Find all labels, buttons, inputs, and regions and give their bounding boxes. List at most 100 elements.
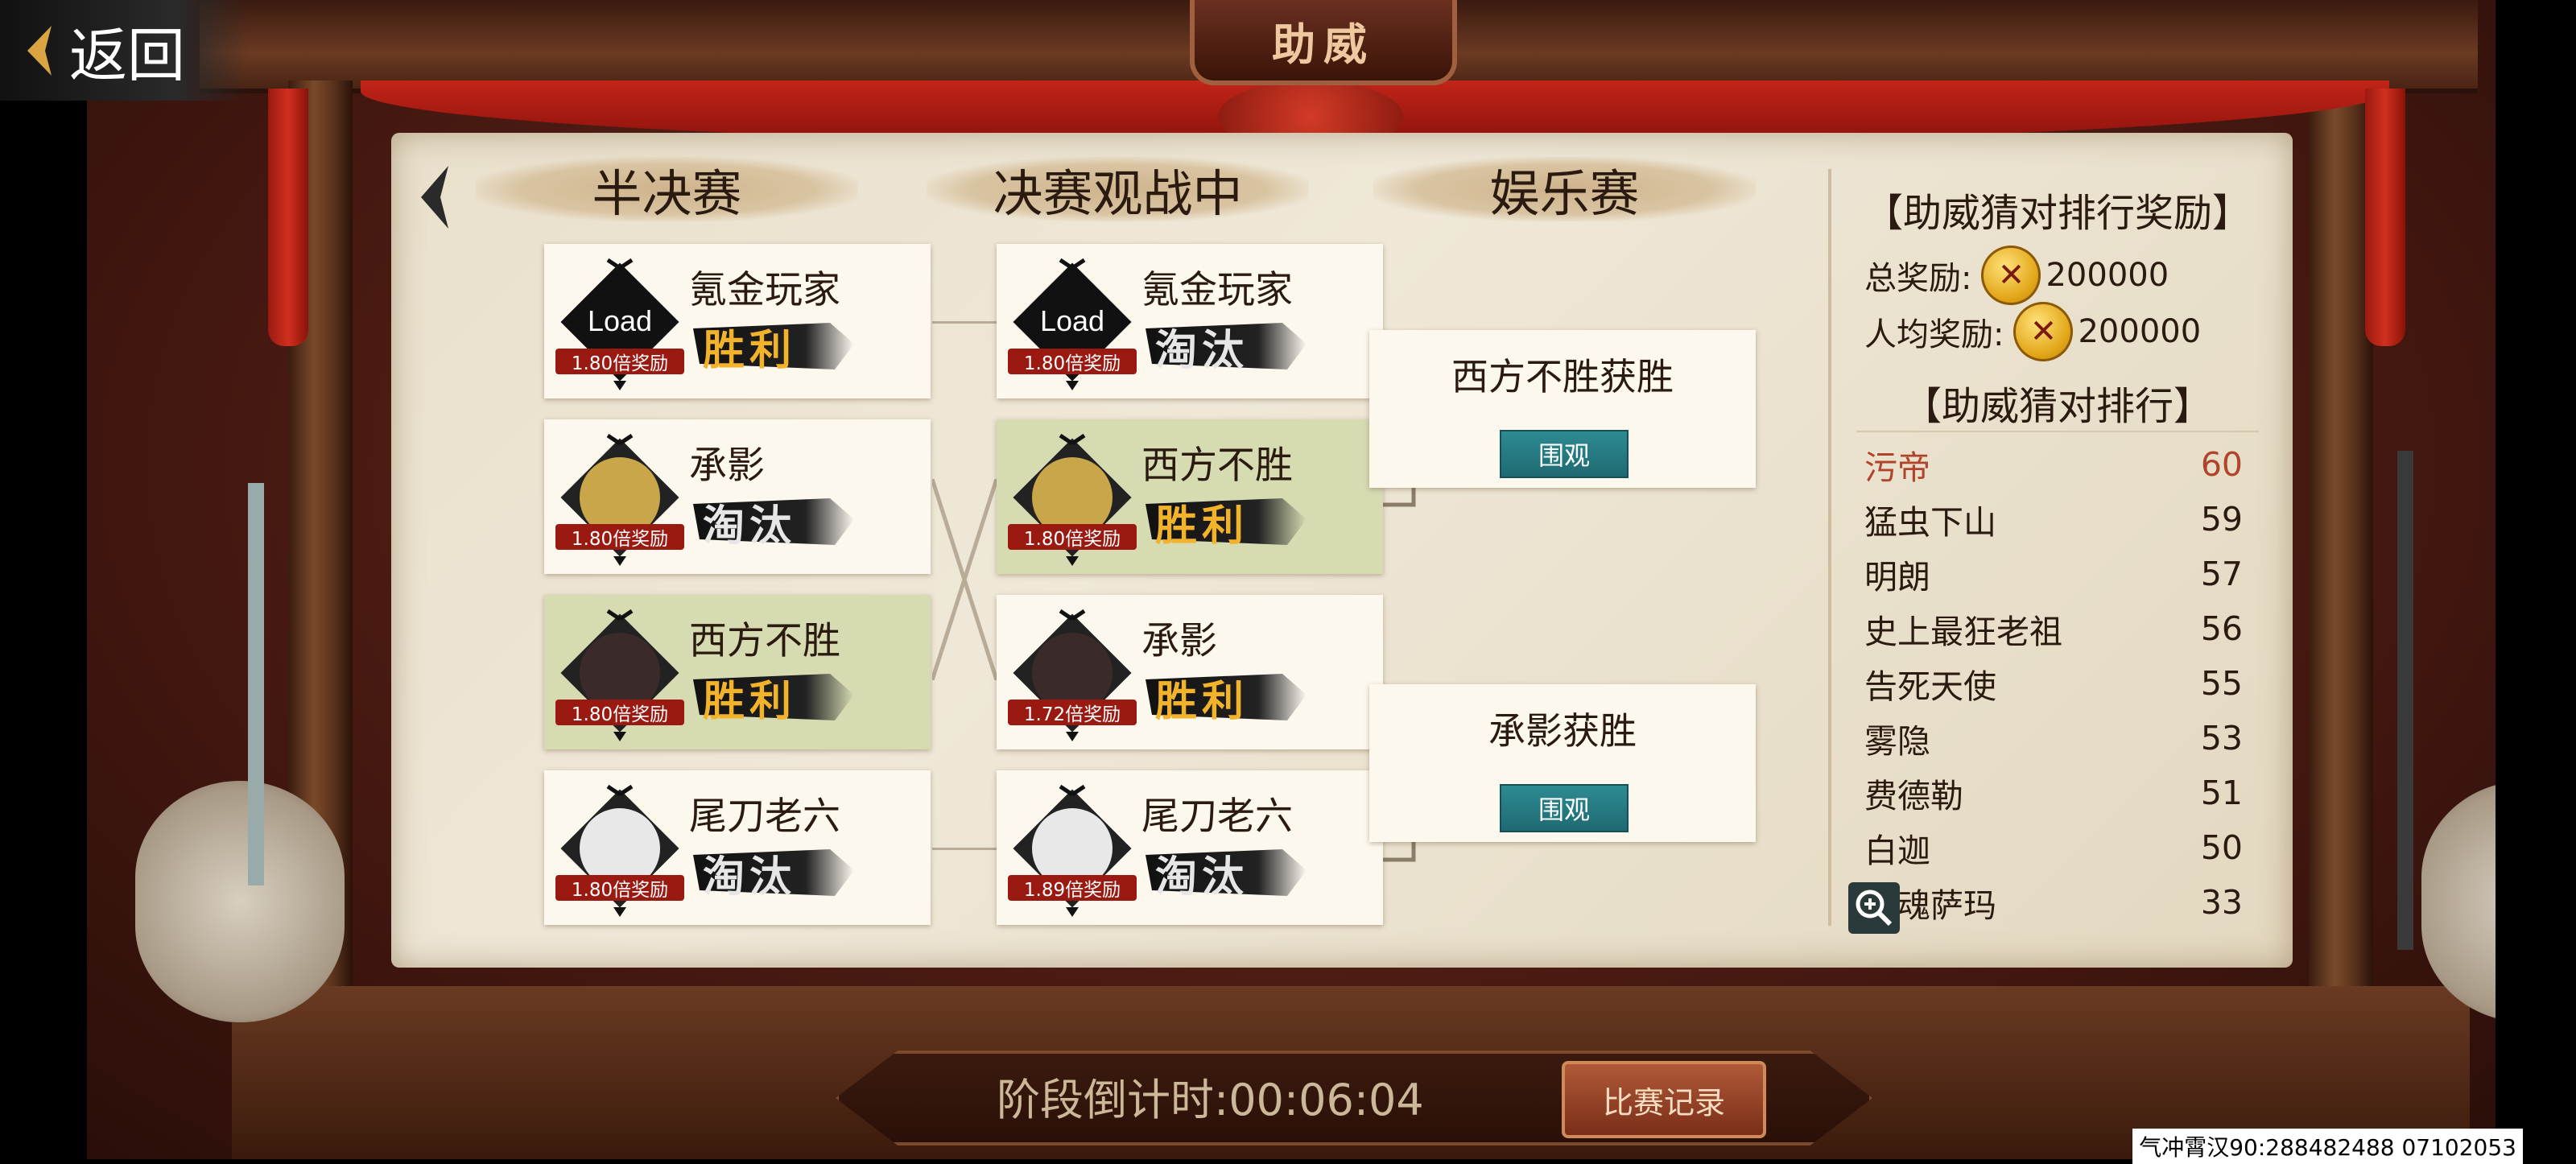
player-name: 氪金玩家 bbox=[1141, 268, 1293, 312]
result-text: 淘汰 bbox=[703, 502, 797, 551]
connector-line bbox=[932, 848, 997, 850]
chevron-left-icon bbox=[27, 25, 52, 76]
result-stamp: 淘汰 bbox=[1146, 843, 1307, 902]
column-fun: 娱乐赛 bbox=[1373, 157, 1756, 223]
ranking-score: 55 bbox=[2200, 664, 2243, 703]
player-card[interactable]: 1.80倍奖励 西方不胜 胜利 bbox=[544, 595, 931, 749]
drum-left bbox=[135, 781, 345, 1022]
countdown-time: 00:06:04 bbox=[1228, 1075, 1424, 1125]
back-button[interactable]: 返回 bbox=[0, 0, 250, 101]
result-text: 胜利 bbox=[1155, 677, 1249, 726]
bracket-board: 半决赛 决赛观战中 娱乐赛 Load 1.80倍奖励 氪金玩家 胜利 1.80倍… bbox=[391, 133, 2293, 968]
ranking-name: 费德勒 bbox=[1864, 777, 1963, 815]
avg-reward-value: 200000 bbox=[2078, 313, 2202, 350]
right-pillar bbox=[2309, 80, 2373, 990]
ranking-name: 白迦 bbox=[1864, 832, 1930, 870]
column-semifinal: 半决赛 bbox=[476, 157, 858, 223]
result-stamp: 淘汰 bbox=[693, 492, 854, 551]
ranking-name: 明朗 bbox=[1864, 558, 1930, 596]
total-reward: 总奖励: ✕ 200000 bbox=[1864, 246, 2169, 305]
player-name: 尾刀老六 bbox=[689, 795, 840, 839]
ranking-score: 51 bbox=[2200, 774, 2243, 812]
ranking-row: 费德勒 51 bbox=[1864, 767, 2243, 819]
zoom-in-icon[interactable] bbox=[1848, 882, 1900, 934]
plaque-title: 助威 bbox=[1272, 18, 1375, 70]
ranking-score: 50 bbox=[2200, 828, 2243, 867]
watch-button[interactable]: 围观 bbox=[1500, 784, 1629, 832]
bonus-badge: 1.89倍奖励 bbox=[1008, 875, 1137, 901]
ranking-row: 雾隐 53 bbox=[1864, 712, 2243, 764]
player-card[interactable]: 1.72倍奖励 承影 胜利 bbox=[997, 595, 1383, 749]
player-card[interactable]: 1.80倍奖励 承影 淘汰 bbox=[544, 419, 931, 574]
result-text: 胜利 bbox=[1155, 502, 1249, 551]
player-name: 氪金玩家 bbox=[689, 268, 840, 312]
reward-title: 【助威猜对排行奖励】 bbox=[1864, 191, 2251, 236]
player-card[interactable]: 1.80倍奖励 西方不胜 胜利 bbox=[997, 419, 1383, 574]
player-card[interactable]: 1.80倍奖励 尾刀老六 淘汰 bbox=[544, 770, 931, 925]
fun-match-title: 承影获胜 bbox=[1488, 709, 1637, 753]
result-text: 淘汰 bbox=[703, 852, 797, 902]
copper-coin-icon: ✕ bbox=[2013, 302, 2074, 361]
ranking-score: 33 bbox=[2200, 883, 2243, 922]
blade-decoration bbox=[248, 483, 264, 885]
result-stamp: 淘汰 bbox=[693, 843, 854, 902]
bonus-badge: 1.80倍奖励 bbox=[1008, 524, 1137, 550]
fun-match-card: 承影获胜 围观 bbox=[1369, 684, 1756, 842]
ranking-row: 白迦 50 bbox=[1864, 822, 2243, 873]
avg-reward-label: 人均奖励: bbox=[1864, 316, 2004, 353]
ranking-score: 59 bbox=[2200, 500, 2243, 539]
total-reward-label: 总奖励: bbox=[1864, 260, 1972, 297]
ranking-row: 污帝 60 bbox=[1864, 439, 2243, 490]
player-card[interactable]: Load 1.80倍奖励 氪金玩家 淘汰 bbox=[997, 244, 1383, 398]
ranking-title: 【助威猜对排行】 bbox=[1902, 384, 2212, 429]
ranking-row: 星魂萨玛 33 bbox=[1864, 877, 2243, 928]
chevron-left-icon[interactable] bbox=[413, 161, 456, 233]
ranking-separator bbox=[1856, 431, 2259, 432]
ranking-score: 53 bbox=[2200, 719, 2243, 757]
ranking-name: 史上最狂老祖 bbox=[1864, 613, 2062, 651]
result-stamp: 胜利 bbox=[693, 316, 854, 375]
bonus-badge: 1.80倍奖励 bbox=[555, 349, 684, 374]
total-reward-value: 200000 bbox=[2046, 257, 2169, 294]
result-stamp: 胜利 bbox=[1146, 492, 1307, 551]
curtain-right bbox=[2365, 89, 2405, 346]
fun-match-title: 西方不胜获胜 bbox=[1451, 355, 1674, 398]
bonus-badge: 1.80倍奖励 bbox=[1008, 349, 1137, 374]
ranking-row: 猛虫下山 59 bbox=[1864, 493, 2243, 545]
player-card[interactable]: 1.89倍奖励 尾刀老六 淘汰 bbox=[997, 770, 1383, 925]
countdown: 阶段倒计时:00:06:04 bbox=[997, 1064, 1424, 1128]
player-name: 尾刀老六 bbox=[1141, 795, 1293, 839]
result-text: 胜利 bbox=[703, 677, 797, 726]
panel-divider bbox=[1828, 169, 1831, 926]
ranking-row: 明朗 57 bbox=[1864, 548, 2243, 600]
player-card[interactable]: Load 1.80倍奖励 氪金玩家 胜利 bbox=[544, 244, 931, 398]
result-text: 胜利 bbox=[703, 326, 797, 375]
cross-connector bbox=[932, 479, 997, 680]
back-label: 返回 bbox=[69, 22, 186, 89]
column-final: 决赛观战中 bbox=[927, 157, 1309, 223]
result-stamp: 胜利 bbox=[693, 667, 854, 726]
stage-scene: 助威 半决赛 决赛观战中 娱乐赛 Load 1.80倍奖励 氪金玩家 胜利 1.… bbox=[87, 0, 2496, 1159]
player-name: 西方不胜 bbox=[1141, 444, 1293, 488]
bonus-badge: 1.80倍奖励 bbox=[555, 700, 684, 725]
copper-coin-icon: ✕ bbox=[1981, 246, 2041, 305]
match-record-button[interactable]: 比赛记录 bbox=[1562, 1061, 1766, 1138]
bonus-badge: 1.72倍奖励 bbox=[1008, 700, 1137, 725]
player-name: 西方不胜 bbox=[689, 619, 840, 663]
ranking-score: 57 bbox=[2200, 555, 2243, 593]
ranking-name: 污帝 bbox=[1864, 448, 1930, 487]
title-plaque: 助威 bbox=[1190, 0, 1457, 85]
result-stamp: 淘汰 bbox=[1146, 316, 1307, 375]
ranking-name: 猛虫下山 bbox=[1864, 503, 1996, 542]
watch-button[interactable]: 围观 bbox=[1500, 430, 1629, 478]
ranking-score: 56 bbox=[2200, 609, 2243, 648]
curtain-left bbox=[268, 89, 308, 346]
semifinal-label: 半决赛 bbox=[592, 164, 742, 223]
countdown-label: 阶段倒计时: bbox=[997, 1075, 1229, 1125]
result-text: 淘汰 bbox=[1155, 326, 1249, 375]
player-name: 承影 bbox=[1141, 619, 1217, 663]
bonus-badge: 1.80倍奖励 bbox=[555, 875, 684, 901]
svg-text:Load: Load bbox=[1040, 304, 1104, 337]
fun-label: 娱乐赛 bbox=[1489, 164, 1640, 223]
avg-reward: 人均奖励: ✕ 200000 bbox=[1864, 302, 2201, 361]
